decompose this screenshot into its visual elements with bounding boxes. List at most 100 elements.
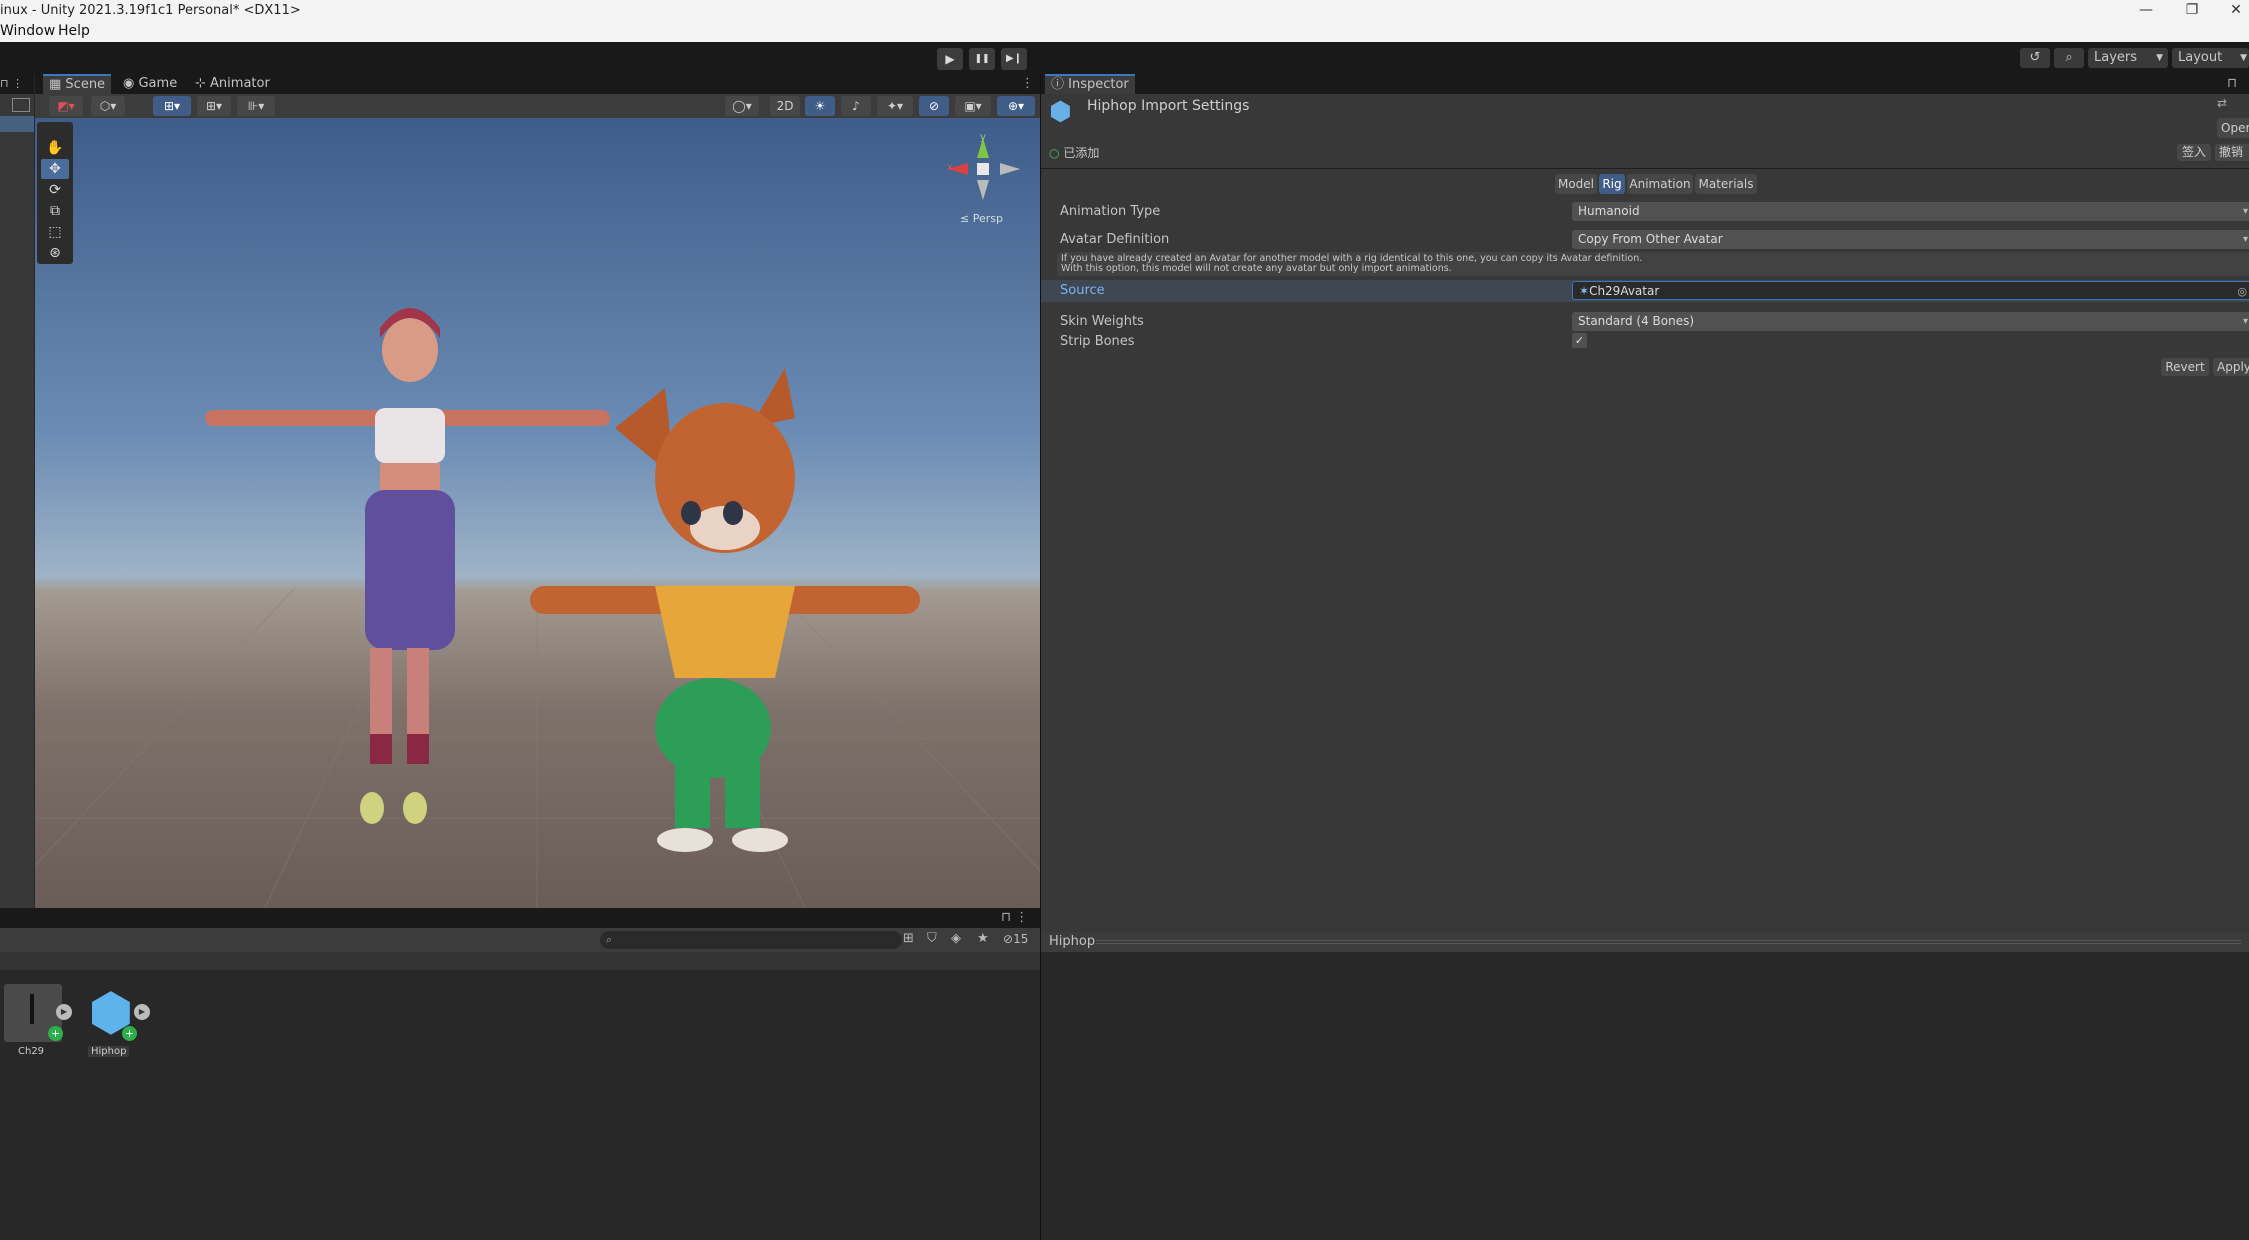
apply-button[interactable]: Apply	[2213, 358, 2249, 376]
selected-row[interactable]	[0, 116, 34, 132]
hidden-count: 15	[1013, 932, 1029, 946]
chevron-down-icon: ▼	[2240, 53, 2247, 63]
avatar-definition-value: Copy From Other Avatar	[1578, 232, 1723, 246]
scene-subtoolbar: ◩▾ ⬡▾ ⊞▾ ⊞▾ ⊪▾ ◯▾ 2D ☀ ♪ ✦▾ ⊘ ▣▾ ⊕▾	[35, 94, 1040, 118]
search-input[interactable]: ⌕	[600, 931, 902, 949]
asset-item[interactable]: ⬢ ▶ + Hiphop	[82, 984, 150, 1057]
effects-icon[interactable]: ✦▾	[877, 96, 913, 116]
lighting-icon[interactable]: ☀	[805, 96, 835, 116]
render-mode-icon[interactable]: ◯▾	[725, 96, 759, 116]
tab-materials[interactable]: Materials	[1695, 174, 1757, 194]
grid-icon[interactable]: ⊞▾	[197, 96, 231, 116]
rotate-tool-icon[interactable]: ⟳	[41, 180, 69, 200]
tag-icon[interactable]: ◈	[951, 931, 961, 946]
scene-viewport[interactable]: y x ≤ Persp ✋ ✥ ⟳ ⧉ ⬚ ⊛	[35, 118, 1040, 908]
open-button[interactable]: Oper	[2217, 118, 2249, 138]
scene-icon[interactable]	[12, 98, 30, 112]
object-picker-icon[interactable]: ◎	[2237, 282, 2247, 301]
tab-animation[interactable]: Animation	[1627, 174, 1693, 194]
tab-model[interactable]: Model	[1555, 174, 1597, 194]
inspector-tabstrip: ⓘ Inspector ⊓ ⋮	[1041, 74, 2249, 111]
tab-inspector-label: Inspector	[1068, 77, 1129, 92]
tab-animator[interactable]: ⊹ Animator	[189, 74, 276, 94]
project-tabstrip: ⊓ ⋮	[0, 908, 1040, 928]
menu-window[interactable]: Window	[0, 23, 55, 39]
skin-weights-value: Standard (4 Bones)	[1578, 314, 1695, 328]
play-button[interactable]: ▶	[937, 48, 963, 70]
character-cat	[530, 368, 920, 852]
more-icon[interactable]: ⋮	[1015, 74, 1040, 94]
tab-rig[interactable]: Rig	[1599, 174, 1625, 194]
skin-weights-dropdown[interactable]: Standard (4 Bones) ▾	[1572, 312, 2249, 331]
main-toolbar: ▶ ❚❚ ▶❙ ↺ ⌕ Layers ▼ Layout ▼	[0, 42, 2249, 74]
toggle-2d-button[interactable]: 2D	[770, 96, 800, 116]
hierarchy-strip: ⊓ ⋮	[0, 74, 34, 908]
avatar-icon: ✶	[1579, 284, 1590, 298]
added-label: 已添加	[1063, 146, 1100, 160]
tab-scene[interactable]: ▦ Scene	[43, 74, 112, 94]
menu-help[interactable]: Help	[58, 23, 90, 39]
lock-icon[interactable]: ⊓ ⋮	[2221, 74, 2249, 111]
chevron-down-icon: ▾	[2242, 206, 2248, 217]
draw-mode-icon[interactable]: ◩▾	[49, 96, 83, 116]
panel-divider[interactable]	[1040, 74, 1041, 1240]
asset-name: Ch29	[18, 1046, 45, 1057]
pause-button[interactable]: ❚❚	[969, 48, 995, 70]
expand-icon[interactable]: ▶	[134, 1004, 150, 1020]
source-label: Source	[1060, 283, 1105, 298]
preview-area	[1041, 952, 2249, 1240]
transform-tool-icon[interactable]: ⊛	[41, 243, 69, 263]
menu-bar: Window Help	[0, 22, 2249, 42]
scale-tool-icon[interactable]: ⧉	[41, 201, 69, 221]
sign-in-button[interactable]: 签入	[2177, 144, 2211, 161]
minimize-button[interactable]: —	[2123, 0, 2169, 22]
layers-dropdown[interactable]: Layers ▼	[2088, 48, 2168, 68]
rect-tool-icon[interactable]: ⬚	[41, 222, 69, 242]
gizmos-icon[interactable]: ⊕▾	[997, 96, 1035, 116]
revert-button[interactable]: Revert	[2161, 358, 2209, 376]
camera-icon[interactable]: ▣▾	[955, 96, 991, 116]
animation-type-dropdown[interactable]: Humanoid ▾	[1572, 202, 2249, 221]
close-button[interactable]: ✕	[2213, 0, 2249, 22]
tab-inspector[interactable]: ⓘ Inspector	[1045, 74, 1135, 94]
search-icon[interactable]: ⌕	[2054, 48, 2084, 68]
search-icon: ⌕	[606, 933, 613, 946]
hand-tool-icon[interactable]: ✋	[41, 138, 69, 158]
avatar-definition-dropdown[interactable]: Copy From Other Avatar ▾	[1572, 230, 2249, 249]
increment-snap-icon[interactable]: ⊪▾	[237, 96, 275, 116]
avatar-definition-label: Avatar Definition	[1060, 232, 1170, 247]
grid-snap-icon[interactable]: ⊞▾	[153, 96, 191, 116]
preview-drag-handle[interactable]	[1096, 940, 2241, 944]
character-girl	[205, 308, 610, 824]
ground-grid	[35, 138, 1040, 908]
layout-dropdown[interactable]: Layout ▼	[2172, 48, 2249, 68]
presets-icon[interactable]: ⇄	[2217, 96, 2227, 110]
maximize-button[interactable]: ❐	[2169, 0, 2215, 22]
help-box: If you have already created an Avatar fo…	[1057, 252, 2249, 276]
revert-cn-button[interactable]: 撤销	[2215, 144, 2249, 161]
chevron-down-icon: ▾	[2242, 316, 2248, 327]
orientation-gizmo[interactable]	[948, 138, 1020, 200]
strip-bones-checkbox[interactable]: ✓	[1572, 333, 1587, 348]
lock-icon[interactable]: ⊓ ⋮	[0, 74, 34, 94]
move-tool-icon[interactable]: ✥	[41, 159, 69, 179]
step-button[interactable]: ▶❙	[1001, 48, 1027, 70]
lock-icon[interactable]: ⊓ ⋮	[995, 908, 1034, 928]
shading-mode-icon[interactable]: ⬡▾	[91, 96, 125, 116]
expand-icon[interactable]: ▶	[56, 1004, 72, 1020]
audio-icon[interactable]: ♪	[841, 96, 871, 116]
title-bar: inux - Unity 2021.3.19f1c1 Personal* <DX…	[0, 0, 2249, 22]
hidden-objects-icon[interactable]: ⊘	[919, 96, 949, 116]
source-object-field[interactable]: ✶Ch29Avatar ◎	[1572, 281, 2249, 300]
persp-label[interactable]: ≤ Persp	[960, 212, 1003, 225]
inspector-title: Hiphop Import Settings	[1087, 98, 1250, 114]
favorite-icon[interactable]: ★	[977, 931, 989, 946]
chevron-down-icon: ▾	[2242, 234, 2248, 245]
history-icon[interactable]: ↺	[2020, 48, 2050, 68]
tab-game[interactable]: ◉ Game	[117, 74, 183, 94]
filter-label-icon[interactable]: ⛉	[927, 931, 937, 946]
asset-item[interactable]: ▶ + Ch29	[4, 984, 72, 1057]
scene-tabstrip: ▦ Scene ◉ Game ⊹ Animator ⋮	[35, 74, 1040, 94]
hidden-packages-icon[interactable]: ⊘15	[1003, 932, 1028, 946]
filter-type-icon[interactable]: ⊞	[903, 931, 914, 946]
